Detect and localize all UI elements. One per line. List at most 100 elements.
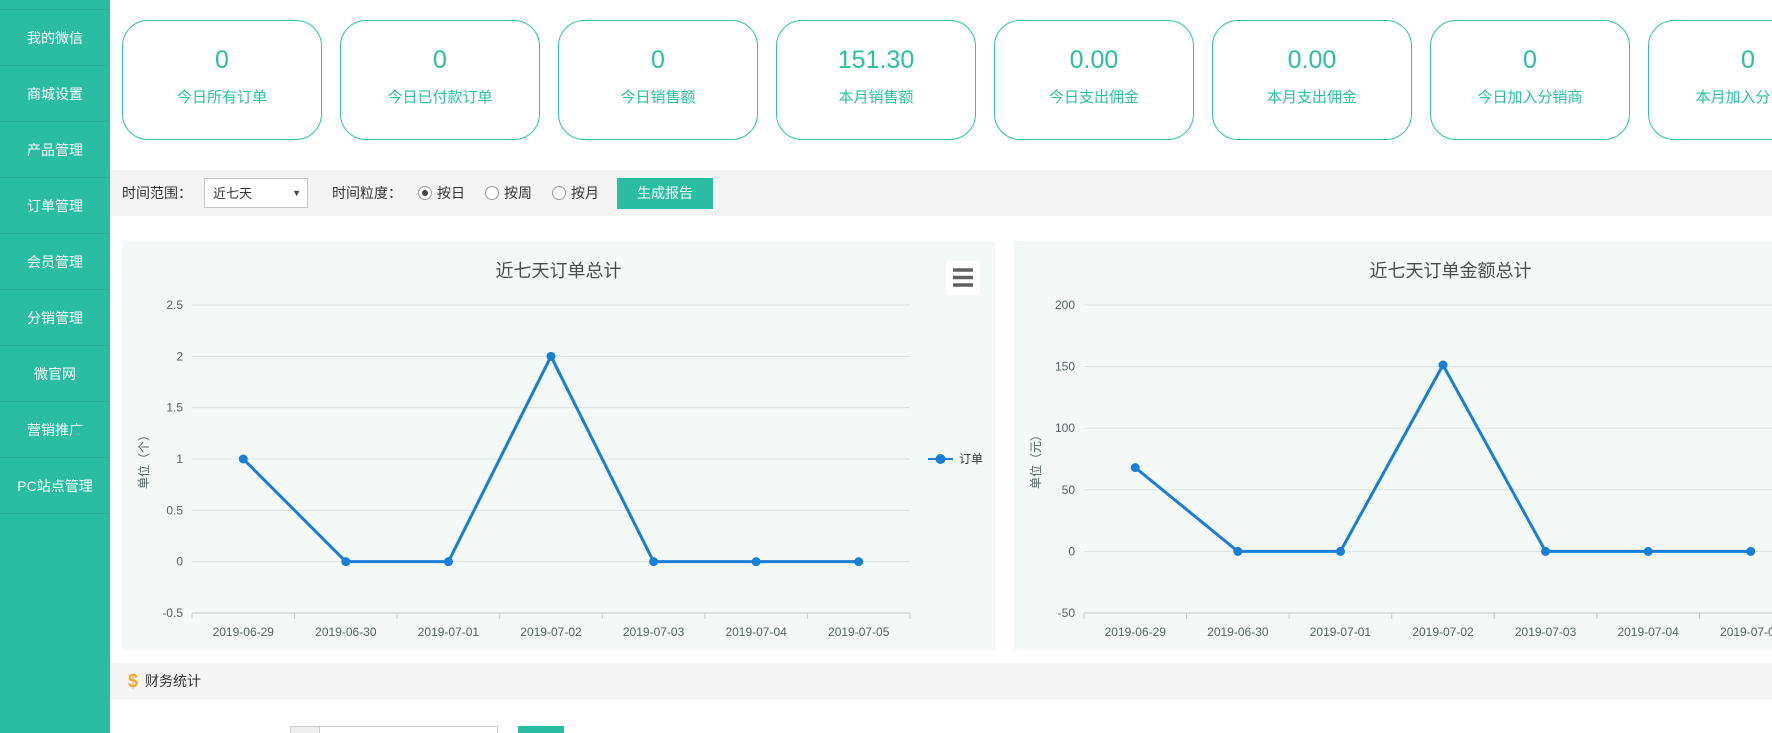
data-point[interactable] [854, 557, 863, 566]
y-axis-tick-label: -50 [1058, 606, 1076, 620]
radio-unselected-icon [552, 186, 566, 200]
y-axis-tick-label: 0.5 [166, 503, 183, 517]
x-axis-tick-label: 2019-07-02 [1412, 625, 1474, 639]
y-axis-tick-label: 2.5 [166, 298, 183, 312]
y-axis-tick-label: 150 [1055, 360, 1075, 374]
x-axis-tick-label: 2019-07-04 [1617, 625, 1679, 639]
sidebar-item-6[interactable]: 分销管理 [0, 290, 110, 346]
stat-card-value: 0.00 [995, 46, 1193, 75]
x-axis-tick-label: 2019-07-03 [1515, 625, 1577, 639]
charts-row: 近七天订单总计2.521.510.50-0.52019-06-292019-06… [122, 241, 1772, 650]
radio-按周[interactable]: 按周 [485, 183, 532, 203]
time-range-select-wrap: 近七天 ▼ [204, 178, 308, 208]
x-axis-tick-label: 2019-07-03 [623, 625, 685, 639]
y-axis-name: 单位（个） [136, 429, 151, 489]
radio-按月[interactable]: 按月 [552, 183, 599, 203]
stat-card-label: 今日加入分销商 [1431, 86, 1629, 107]
x-axis-tick-label: 2019-07-04 [725, 625, 787, 639]
stat-card-8: 0本月加入分销商 [1648, 20, 1772, 140]
radio-label: 按日 [437, 183, 465, 203]
radio-label: 按月 [571, 183, 599, 203]
sidebar-item-5[interactable]: 会员管理 [0, 234, 110, 290]
sidebar-item-7[interactable]: 微官网 [0, 346, 110, 402]
x-axis-tick-label: 2019-07-02 [520, 625, 582, 639]
stat-card-value: 151.30 [777, 46, 975, 75]
radio-按日[interactable]: 按日 [418, 183, 465, 203]
stat-card-label: 今日销售额 [559, 86, 757, 107]
stat-card-value: 0 [341, 46, 539, 75]
sidebar-item-4[interactable]: 订单管理 [0, 178, 110, 234]
stat-card-value: 0 [123, 46, 321, 75]
bottom-action-button[interactable] [518, 726, 564, 733]
data-point[interactable] [649, 557, 658, 566]
y-axis-tick-label: 100 [1055, 421, 1075, 435]
sidebar-item-3[interactable]: 产品管理 [0, 122, 110, 178]
stat-card-label: 今日所有订单 [123, 86, 321, 107]
stat-card-value: 0 [559, 46, 757, 75]
x-axis-tick-label: 2019-07-05 [828, 625, 890, 639]
main-content: 0今日所有订单0今日已付款订单0今日销售额151.30本月销售额0.00今日支出… [110, 0, 1772, 733]
x-axis-tick-label: 2019-07-05 [1720, 625, 1772, 639]
hamburger-menu-icon[interactable] [946, 261, 980, 295]
y-axis-tick-label: 50 [1062, 483, 1076, 497]
chart-title: 近七天订单金额总计 [1370, 261, 1532, 281]
data-point[interactable] [1336, 547, 1345, 556]
legend-label: 订单 [959, 452, 983, 466]
data-point[interactable] [1541, 547, 1550, 556]
granularity-label: 时间粒度： [332, 183, 402, 203]
chart-legend[interactable]: 订单 [928, 452, 983, 466]
data-point[interactable] [239, 455, 248, 464]
stat-card-label: 今日已付款订单 [341, 86, 539, 107]
stat-cards-row: 0今日所有订单0今日已付款订单0今日销售额151.30本月销售额0.00今日支出… [110, 0, 1772, 142]
x-axis-tick-label: 2019-06-29 [213, 625, 275, 639]
sidebar: 我的微信商城设置产品管理订单管理会员管理分销管理微官网营销推广PC站点管理 [0, 0, 110, 733]
data-point[interactable] [444, 557, 453, 566]
sidebar-item-9[interactable]: PC站点管理 [0, 458, 110, 514]
y-axis-tick-label: 1 [176, 452, 183, 466]
radio-unselected-icon [485, 186, 499, 200]
stat-card-value: 0 [1649, 46, 1772, 75]
finance-section-header: $ 财务统计 [110, 663, 1772, 699]
stat-card-label: 本月支出佣金 [1213, 86, 1411, 107]
data-point[interactable] [341, 557, 350, 566]
finance-section-title: 财务统计 [145, 671, 201, 691]
stat-card-3: 0 今日销售额 [558, 20, 758, 140]
order-amount-line-chart-panel: 近七天订单金额总计200150100500-502019-06-292019-0… [1014, 241, 1772, 650]
y-axis-tick-label: -0.5 [162, 606, 183, 620]
data-point[interactable] [1233, 547, 1242, 556]
x-axis-tick-label: 2019-07-01 [418, 625, 480, 639]
time-range-label: 时间范围： [122, 183, 192, 203]
radio-selected-icon [418, 186, 432, 200]
input-addon [290, 726, 320, 733]
data-point[interactable] [1439, 360, 1448, 369]
sidebar-item-1[interactable]: 我的微信 [0, 10, 110, 66]
orders-line-chart-panel: 近七天订单总计2.521.510.50-0.52019-06-292019-06… [122, 241, 995, 650]
data-point[interactable] [547, 352, 556, 361]
x-axis-tick-label: 2019-06-29 [1105, 625, 1167, 639]
stat-card-1: 0 今日所有订单 [122, 20, 322, 140]
bottom-toolbar [290, 726, 1772, 733]
filter-toolbar: 时间范围： 近七天 ▼ 时间粒度： 按日按周 按月 生成报告 [110, 170, 1772, 216]
stat-card-value: 0.00 [1213, 46, 1411, 75]
data-point[interactable] [1746, 547, 1755, 556]
stat-card-2: 0 今日已付款订单 [340, 20, 540, 140]
sidebar-item-partial[interactable] [0, 0, 110, 10]
time-range-select[interactable]: 近七天 [204, 178, 308, 208]
line-chart: 近七天订单金额总计200150100500-502019-06-292019-0… [1014, 241, 1772, 650]
data-point[interactable] [1644, 547, 1653, 556]
x-axis-tick-label: 2019-06-30 [315, 625, 377, 639]
y-axis-tick-label: 2 [176, 349, 183, 363]
data-point[interactable] [752, 557, 761, 566]
sidebar-item-2[interactable]: 商城设置 [0, 66, 110, 122]
line-chart: 近七天订单总计2.521.510.50-0.52019-06-292019-06… [122, 241, 995, 650]
stat-card-4: 151.30本月销售额 [776, 20, 976, 140]
generate-report-button[interactable]: 生成报告 [617, 178, 713, 209]
data-point[interactable] [1131, 463, 1140, 472]
stat-card-value: 0 [1431, 46, 1629, 75]
y-axis-tick-label: 200 [1055, 298, 1075, 312]
y-axis-tick-label: 1.5 [166, 401, 183, 415]
y-axis-name: 单位（元） [1028, 429, 1043, 489]
x-axis-tick-label: 2019-07-01 [1310, 625, 1372, 639]
sidebar-item-8[interactable]: 营销推广 [0, 402, 110, 458]
bottom-search-input[interactable] [320, 726, 498, 733]
